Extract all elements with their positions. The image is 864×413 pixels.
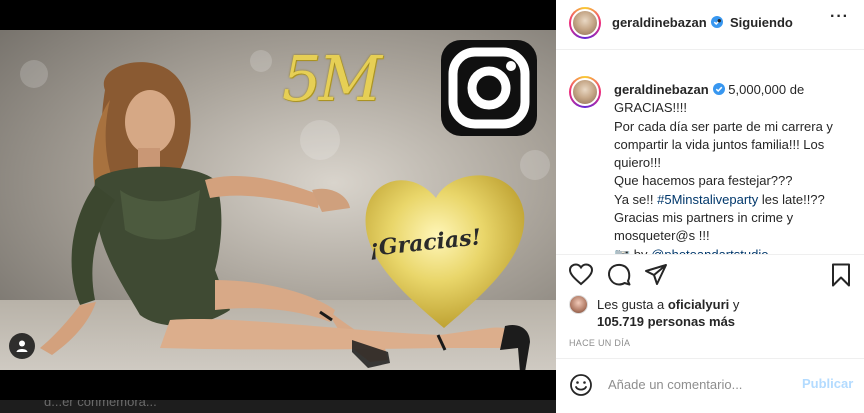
separator-dot: • bbox=[717, 13, 722, 28]
caption-line-text: by bbox=[630, 246, 652, 255]
caption-line: compartir la vida juntos familia!!! Los bbox=[614, 136, 825, 152]
caption-line-hashtag: Ya se!! #5Minstaliveparty les late!!?? bbox=[614, 191, 854, 209]
hashtag-link[interactable]: #5Minstaliveparty bbox=[657, 192, 758, 207]
instagram-logo bbox=[441, 40, 537, 136]
caption-line: Que hacemos para festejar??? bbox=[614, 173, 793, 189]
user-tag-button[interactable] bbox=[9, 333, 35, 359]
comment-input[interactable] bbox=[608, 372, 808, 396]
author-username-text[interactable]: geraldinebazan bbox=[612, 15, 707, 30]
caption-line: mosqueter@s !!! bbox=[614, 228, 710, 244]
mention-link[interactable]: @photoandartstudio_ bbox=[651, 247, 776, 254]
comment-icon[interactable] bbox=[606, 262, 632, 288]
more-icon: ··· bbox=[830, 8, 849, 25]
verified-icon bbox=[712, 83, 725, 95]
background-feed-text: d...er conmemora... bbox=[44, 400, 157, 409]
bookmark-icon[interactable] bbox=[828, 262, 854, 288]
likes-count[interactable]: 105.719 personas más bbox=[597, 314, 735, 329]
caption-line: Gracias mis partners in crime y bbox=[614, 210, 794, 226]
post-sidebar: geraldinebazan • Siguiendo ··· geraldine… bbox=[556, 0, 864, 413]
caption-line-text: les late!!?? bbox=[758, 191, 825, 207]
caption-text: geraldinebazan 5,000,000 de GRACIAS!!!! … bbox=[614, 81, 854, 255]
likes-prefix: Les gusta a bbox=[597, 297, 668, 312]
caption-line: GRACIAS!!!! bbox=[614, 100, 687, 116]
post-modal: 5M ¡Gracias! d...er conmemora... geraldi… bbox=[0, 0, 864, 413]
post-header: geraldinebazan • Siguiendo ··· bbox=[556, 0, 864, 50]
publish-button[interactable]: Publicar bbox=[802, 376, 853, 391]
share-icon[interactable] bbox=[643, 262, 669, 288]
following-button[interactable]: Siguiendo bbox=[730, 15, 793, 30]
more-options-button[interactable]: ··· bbox=[830, 8, 856, 28]
caption-line-text: Ya se!! bbox=[614, 191, 658, 207]
caption-avatar[interactable] bbox=[569, 76, 601, 108]
heart-icon[interactable] bbox=[568, 262, 594, 288]
caption-line: quiero!!! bbox=[614, 155, 661, 171]
caption-line-credit: 📷 by @photoandartstudio_ bbox=[614, 246, 854, 255]
background-feed-strip: d...er conmemora... bbox=[0, 400, 556, 413]
post-image[interactable]: 5M ¡Gracias! bbox=[0, 30, 556, 370]
likes-line: Les gusta a oficialyuri y bbox=[597, 297, 739, 312]
five-m-badge: 5M bbox=[282, 42, 382, 115]
caption-line: Por cada día ser parte de mi carrera y bbox=[614, 118, 833, 134]
emoji-icon[interactable] bbox=[569, 373, 593, 397]
author-username[interactable]: geraldinebazan bbox=[612, 15, 723, 30]
author-avatar[interactable] bbox=[569, 7, 601, 39]
liker-avatar[interactable] bbox=[569, 295, 588, 314]
post-media: 5M ¡Gracias! d...er conmemora... bbox=[0, 0, 556, 413]
caption-area: geraldinebazan 5,000,000 de GRACIAS!!!! … bbox=[556, 50, 864, 255]
likes-suffix: y bbox=[729, 297, 740, 312]
comment-bar: Publicar bbox=[556, 358, 864, 413]
liker-username[interactable]: oficialyuri bbox=[668, 297, 729, 312]
post-actions bbox=[556, 262, 864, 292]
user-tag-icon bbox=[16, 340, 28, 352]
caption-username[interactable]: geraldinebazan bbox=[614, 82, 709, 97]
post-timestamp[interactable]: HACE UN DÍA bbox=[569, 338, 630, 348]
camera-icon: 📷 bbox=[614, 246, 631, 255]
caption-first-text: 5,000,000 de bbox=[728, 82, 805, 97]
